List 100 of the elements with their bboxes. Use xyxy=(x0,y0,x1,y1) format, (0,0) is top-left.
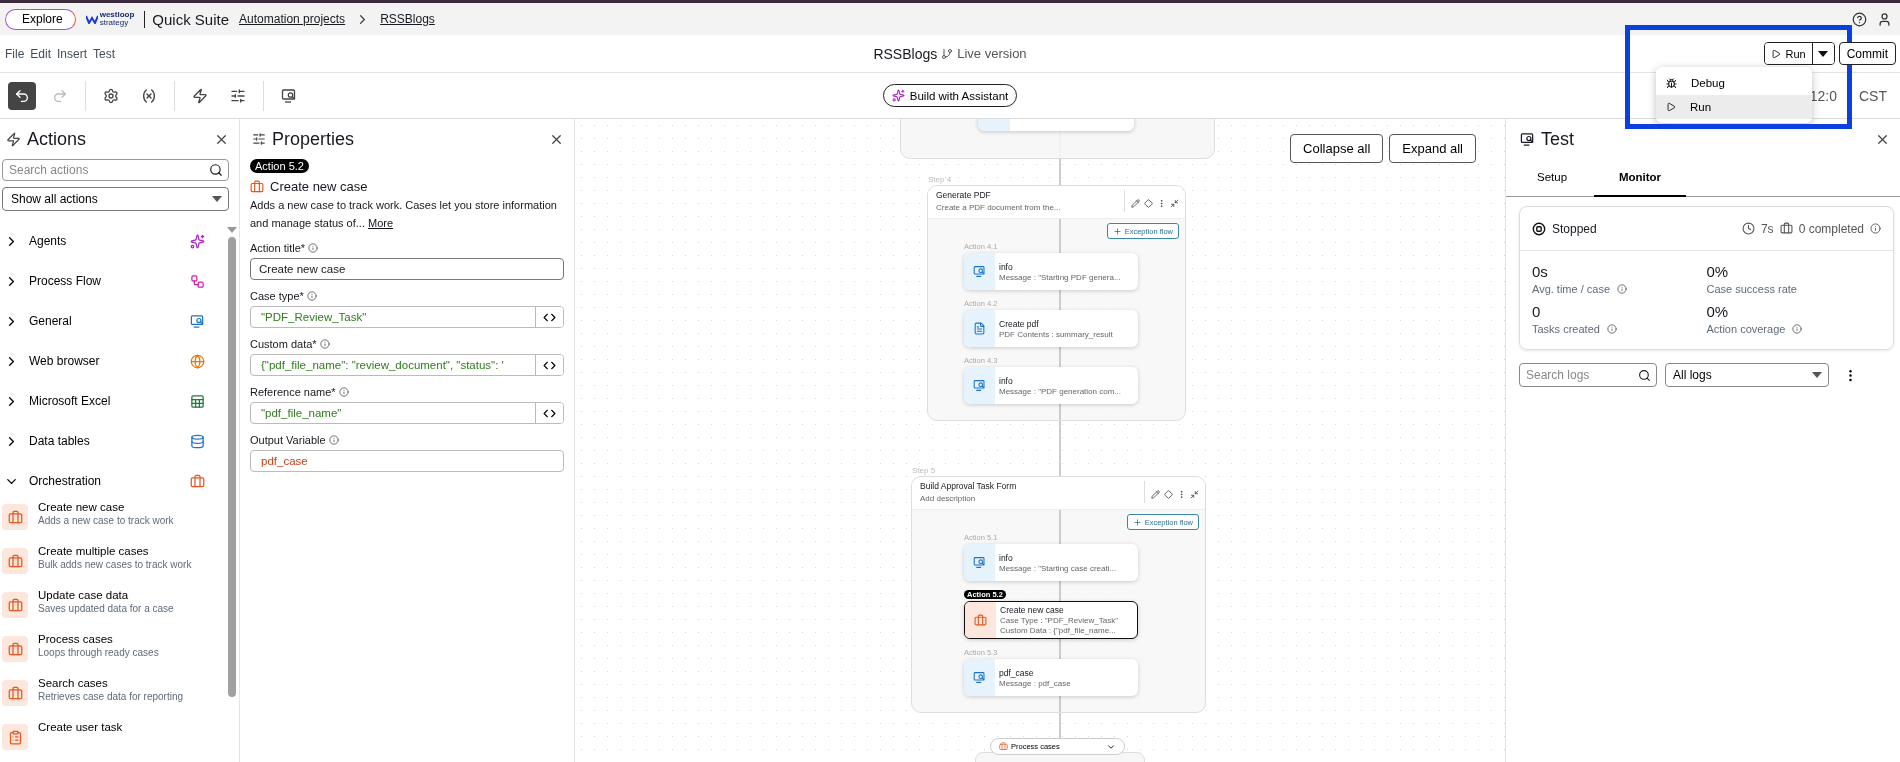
timestamp-text: 12:0 xyxy=(1809,87,1837,104)
input-field[interactable]: pdf_case xyxy=(250,450,564,472)
step-title: Build Approval Task Form xyxy=(920,481,1018,491)
document-icon xyxy=(973,322,986,335)
category-item[interactable]: General xyxy=(2,301,227,341)
collapse-all-button[interactable]: Collapse all xyxy=(1290,134,1384,163)
category-item[interactable]: Orchestration xyxy=(2,461,227,501)
help-icon[interactable] xyxy=(1852,11,1867,27)
log-filter-dropdown[interactable]: All logs xyxy=(1665,363,1829,387)
plus-icon xyxy=(1132,517,1142,527)
action-item[interactable]: Process cases Loops through ready cases xyxy=(2,633,227,677)
node-detail: Case Type : "PDF_Review_Task" xyxy=(1000,616,1119,625)
settings-icon xyxy=(103,87,119,104)
breadcrumb-link[interactable]: RSSBlogs xyxy=(380,12,435,26)
briefcase-icon xyxy=(7,685,23,701)
logo-subtext: strategy xyxy=(99,19,129,27)
search-field[interactable]: Search logs xyxy=(1519,363,1657,387)
action-item[interactable]: Create user task xyxy=(2,721,227,762)
edit-icon[interactable] xyxy=(1131,198,1140,208)
action-node[interactable]: info Message : "Starting case creati... xyxy=(964,544,1138,581)
action-item[interactable]: Create multiple cases Bulk adds new cases to track work xyxy=(2,545,227,589)
menu-item[interactable]: Debug xyxy=(1656,71,1812,95)
action-description: Adds a new case to track work. Cases let you store information and manage status of... More xyxy=(250,198,558,231)
metric-label: Action coverage xyxy=(1706,323,1786,335)
action-item[interactable]: Create new case Adds a new case to track work xyxy=(2,501,227,545)
monitor-icon xyxy=(973,556,986,569)
info-icon xyxy=(308,243,319,253)
category-item[interactable]: Microsoft Excel xyxy=(2,381,227,421)
step-card[interactable] xyxy=(911,476,1206,713)
menu-item[interactable]: Test xyxy=(92,46,121,61)
run-options-button[interactable] xyxy=(1811,43,1834,64)
input-field[interactable]: Create new case xyxy=(250,258,564,280)
category-item[interactable]: Process Flow xyxy=(2,261,227,301)
spreadsheet-icon xyxy=(190,393,205,409)
filter-dropdown[interactable]: Show all actions xyxy=(2,187,229,211)
action-node[interactable]: Create new case Case Type : "PDF_Review_Task" Custom Data : {"pdf_file_name... xyxy=(964,601,1138,639)
code-button[interactable] xyxy=(535,307,563,327)
breadcrumb-link[interactable]: Automation projects xyxy=(239,12,346,26)
category-item[interactable]: Agents xyxy=(2,221,227,261)
code-button[interactable] xyxy=(535,403,563,423)
scroll-up-icon xyxy=(227,227,237,233)
scrollbar[interactable] xyxy=(228,237,236,697)
plus-icon xyxy=(1112,226,1122,236)
category-item[interactable]: Web browser xyxy=(2,341,227,381)
bug-icon xyxy=(1666,77,1677,89)
redo-icon xyxy=(52,87,68,104)
category-item[interactable]: Data tables xyxy=(2,421,227,461)
menu-item[interactable]: File xyxy=(4,46,30,61)
monitor-icon xyxy=(973,379,986,392)
edit-icon[interactable] xyxy=(1151,489,1160,499)
explore-button[interactable]: Explore xyxy=(5,8,76,30)
action-item[interactable]: Update case data Saves updated data for a case xyxy=(2,589,227,633)
monitor-icon xyxy=(973,671,986,684)
search-icon xyxy=(209,163,223,177)
sparkle-icon xyxy=(891,89,905,102)
action-node[interactable]: pdf_case Message : pdf_case xyxy=(964,659,1138,696)
input-field[interactable]: "pdf_file_name" xyxy=(250,402,564,424)
caret-icon xyxy=(1812,372,1822,378)
briefcase-icon xyxy=(250,179,264,194)
expand-all-button[interactable]: Expand all xyxy=(1389,134,1476,163)
monitor-icon xyxy=(973,265,986,278)
code-button[interactable] xyxy=(535,355,563,375)
globe-icon xyxy=(190,353,205,369)
sparkle-icon xyxy=(190,233,205,249)
action-item[interactable]: Search cases Retrieves case data for reporting xyxy=(2,677,227,721)
database-icon xyxy=(190,433,205,449)
step-title: Generate PDF xyxy=(936,190,992,200)
user-icon[interactable] xyxy=(1877,11,1892,27)
metric-value: 0% xyxy=(1706,303,1730,320)
metric-value: 0 xyxy=(1532,303,1542,320)
tab[interactable]: Setup xyxy=(1513,159,1594,197)
briefcase-icon xyxy=(7,509,23,525)
diamond-icon[interactable] xyxy=(1144,198,1153,208)
collapse-icon[interactable] xyxy=(1190,489,1199,499)
more-link[interactable]: More xyxy=(368,217,394,229)
input-field[interactable]: "PDF_Review_Task" xyxy=(250,306,564,328)
collapse-icon[interactable] xyxy=(1170,198,1179,208)
diamond-icon[interactable] xyxy=(1164,489,1173,499)
search-field[interactable]: Search actions xyxy=(2,159,229,181)
briefcase-icon xyxy=(7,597,23,613)
commit-button[interactable]: Commit xyxy=(1838,42,1896,65)
action-node[interactable]: Create pdf PDF Contents : summary_result xyxy=(964,310,1138,347)
assistant-button[interactable]: Build with Assistant xyxy=(882,84,1018,107)
more-icon[interactable] xyxy=(1157,198,1166,208)
input-field[interactable]: {"pdf_file_name": "review_document", "status": ' xyxy=(250,354,564,376)
menu-item[interactable]: Edit xyxy=(29,46,57,61)
completed-text: 0 completed xyxy=(1798,221,1864,236)
undo-button[interactable] xyxy=(8,81,36,110)
metric-value: 0% xyxy=(1706,263,1730,280)
lightning-icon xyxy=(6,131,21,147)
info-icon xyxy=(1617,284,1628,294)
menu-item[interactable]: Insert xyxy=(56,46,93,61)
timestamp-text: CST xyxy=(1859,87,1887,104)
menu-item[interactable]: Run xyxy=(1656,95,1812,119)
action-node[interactable]: info Message : "PDF generation com... xyxy=(964,367,1138,404)
action-node[interactable]: info Message : "Starting PDF genera... xyxy=(964,253,1138,290)
more-icon[interactable] xyxy=(1177,489,1186,499)
panel-title: Properties xyxy=(272,128,356,150)
tab[interactable]: Monitor xyxy=(1594,159,1686,197)
metric-label: Avg. time / case xyxy=(1532,283,1611,295)
